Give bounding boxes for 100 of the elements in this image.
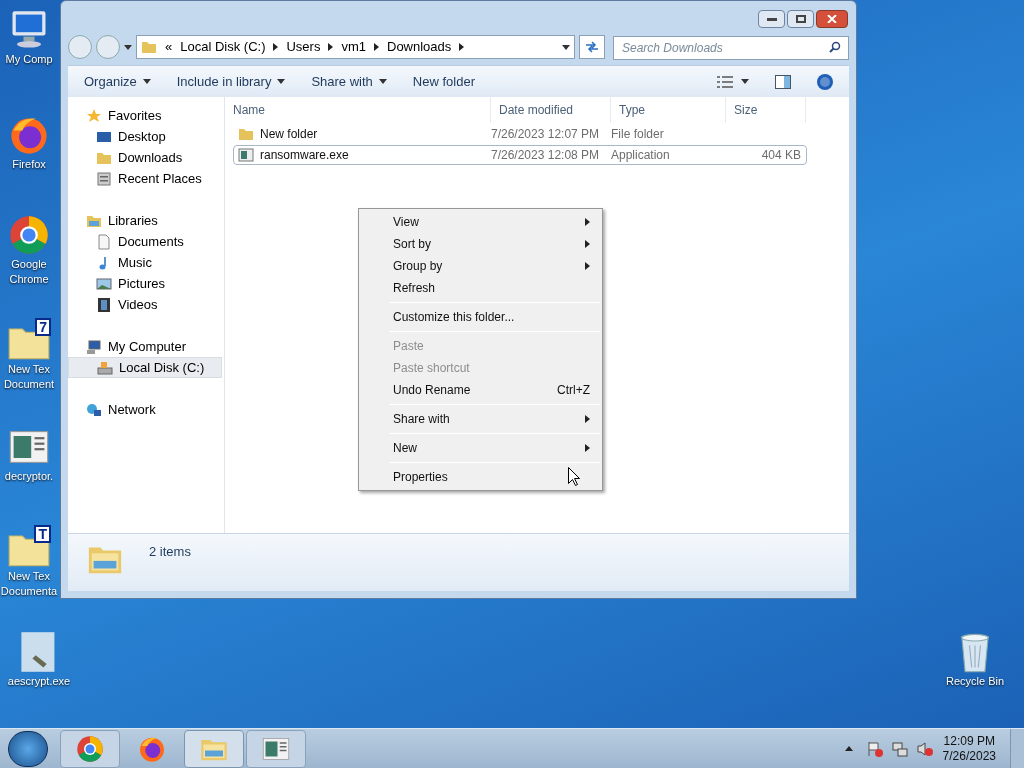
file-name: ransomware.exe — [260, 147, 349, 164]
clock-time[interactable]: 12:09 PM — [943, 733, 995, 749]
column-header[interactable]: Date modified — [491, 97, 611, 123]
taskbar-button[interactable] — [246, 729, 306, 768]
column-header[interactable]: Name — [225, 97, 491, 123]
desktop-icon-label[interactable]: Firefox — [12, 157, 46, 172]
nav-item[interactable]: Videos — [68, 294, 222, 315]
date-cell-text: 7/26/2023 12:07 PM — [491, 126, 601, 143]
desktop-icon-label[interactable]: Documenta — [0, 584, 58, 599]
search-icon — [829, 41, 841, 53]
desktop-icon-label[interactable]: New Tex — [8, 569, 50, 584]
breadcrumb[interactable]: Downloads — [387, 37, 452, 57]
network-globe-icon — [86, 401, 102, 418]
search-field[interactable]: Search Downloads — [613, 36, 849, 60]
toolbar-button[interactable]: Organize — [84, 71, 151, 92]
file-row[interactable]: New folder 7/26/2023 12:07 PM File folder — [233, 124, 807, 144]
nav-item[interactable]: Desktop — [68, 126, 222, 147]
menu-item[interactable]: Refresh — [361, 277, 600, 299]
file-row[interactable]: ransomware.exe 7/26/2023 12:08 PM Application 404 KB — [233, 145, 807, 165]
minimize-button[interactable] — [758, 10, 785, 28]
flag-icon — [866, 740, 883, 757]
desktop-icon-label[interactable]: Document — [3, 377, 55, 392]
nav-item[interactable]: Recent Places — [68, 168, 222, 189]
film-icon — [96, 296, 112, 313]
menu-item[interactable]: Group by — [361, 255, 600, 277]
desktop-icon-label[interactable]: New Tex — [8, 362, 50, 377]
menu-item[interactable]: Sort by — [361, 233, 600, 255]
caret-icon — [741, 79, 749, 84]
nav-item[interactable]: Downloads — [68, 147, 222, 168]
close-icon — [827, 15, 837, 23]
type-cell-text: File folder — [611, 126, 665, 143]
nav-item[interactable]: Pictures — [68, 273, 222, 294]
chevron-right-icon — [585, 262, 590, 270]
nav-item[interactable]: Documents — [68, 231, 222, 252]
start-button[interactable] — [8, 730, 48, 767]
caret-icon — [124, 44, 132, 50]
computer-icon — [86, 338, 102, 355]
nav-item[interactable]: Music — [68, 252, 222, 273]
breadcrumb[interactable]: vm1 — [341, 37, 366, 57]
breadcrumb[interactable]: Users — [286, 37, 321, 57]
chevron-right-icon — [459, 43, 465, 51]
desktop-icon-label[interactable]: Google — [11, 257, 47, 272]
taskbar-button[interactable] — [60, 729, 120, 768]
menu-item[interactable]: Undo Rename Ctrl+Z — [361, 379, 600, 401]
desktop-icon-label[interactable]: decryptor. — [4, 469, 54, 484]
chevron-right-icon — [585, 218, 590, 226]
nav-item[interactable]: Local Disk (C:) — [68, 357, 222, 378]
caret-icon — [562, 44, 570, 50]
disk-drive-icon — [97, 359, 113, 376]
mouse-cursor-icon — [568, 467, 580, 486]
menu-item[interactable]: View — [361, 211, 600, 233]
folder-icon — [141, 39, 157, 55]
application-icon — [238, 147, 254, 163]
close-button[interactable] — [816, 10, 848, 28]
chevron-right-icon — [585, 444, 590, 452]
column-header[interactable]: Type — [611, 97, 726, 123]
file-name: New folder — [260, 126, 318, 143]
chevron-right-icon — [585, 240, 590, 248]
desktop-icon-label[interactable]: My Comp — [5, 52, 53, 67]
desktop-icon-label[interactable]: Recycle Bin — [945, 674, 1005, 689]
chrome-icon — [75, 733, 105, 764]
refresh-icon — [585, 41, 599, 53]
icon-badge: 7 — [35, 318, 51, 336]
network-icon — [891, 740, 908, 757]
desktop-icon-label[interactable]: Chrome — [9, 272, 49, 287]
date-cell-text: 7/26/2023 12:08 PM — [491, 147, 601, 164]
address-bar[interactable]: « Local Disk (C:) Users vm1 Downloads — [136, 35, 575, 59]
toolbar-button[interactable]: New folder — [412, 71, 475, 92]
overflow-chevron[interactable]: « — [165, 37, 173, 57]
chrome-icon — [7, 213, 51, 257]
nav-group[interactable]: Libraries — [68, 210, 224, 231]
toolbar-button[interactable]: Include in library — [176, 71, 286, 92]
refresh-button[interactable] — [579, 35, 605, 59]
folder-icon — [238, 126, 254, 142]
chevron-right-icon — [585, 415, 590, 423]
menu-item[interactable]: New — [361, 437, 600, 459]
menu-item[interactable]: Properties — [361, 466, 600, 488]
menu-item[interactable]: Share with — [361, 408, 600, 430]
column-header[interactable]: Size — [726, 97, 806, 123]
nav-group[interactable]: My Computer — [68, 336, 224, 357]
recent-places-icon — [96, 170, 112, 187]
caret-icon — [378, 79, 387, 84]
minimize-icon — [766, 17, 777, 21]
size-cell: 404 KB — [761, 148, 801, 162]
breadcrumb[interactable]: Local Disk (C:) — [180, 37, 266, 57]
picture-icon — [96, 275, 112, 292]
star-icon — [86, 107, 102, 124]
caret-icon — [277, 79, 286, 84]
show-hidden-icons-icon — [844, 746, 853, 751]
desktop-icon-label[interactable]: aescrypt.exe — [7, 674, 71, 689]
preview-pane-button[interactable] — [775, 74, 791, 89]
view-options-button[interactable] — [717, 75, 749, 88]
restore-icon — [795, 15, 806, 23]
nav-group[interactable]: Favorites — [68, 105, 224, 126]
menu-item[interactable]: Customize this folder... — [361, 306, 600, 328]
maximize-button[interactable] — [787, 10, 814, 28]
speaker-muted-icon — [916, 740, 933, 757]
nav-group[interactable]: Network — [68, 399, 224, 420]
clock-date[interactable]: 7/26/2023 — [942, 748, 996, 764]
toolbar-button[interactable]: Share with — [311, 71, 387, 92]
